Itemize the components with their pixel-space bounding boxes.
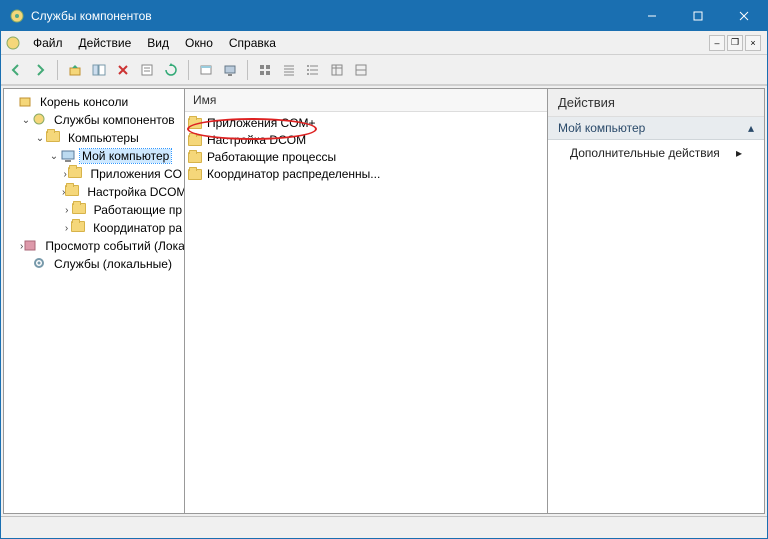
app-window: Службы компонентов Файл Действие Вид Окн…	[0, 0, 768, 539]
console-icon	[18, 94, 34, 110]
gear-icon	[32, 256, 48, 272]
list-item-dist-coord[interactable]: Координатор распределенны...	[185, 165, 547, 182]
workarea: Корень консоли ⌄ Службы компонентов ⌄ Ко…	[1, 85, 767, 516]
list-item-label: Приложения COM+	[207, 116, 316, 130]
tree-root[interactable]: Корень консоли	[4, 93, 184, 111]
folder-icon	[72, 202, 88, 218]
window-title: Службы компонентов	[31, 9, 629, 23]
action-more-label: Дополнительные действия	[570, 146, 720, 160]
collapse-icon[interactable]: ⌄	[34, 133, 46, 144]
tree-computers[interactable]: ⌄ Компьютеры	[4, 129, 184, 147]
tree-my-computer[interactable]: ⌄ Мой компьютер	[4, 147, 184, 165]
view-toggle-4[interactable]	[326, 59, 348, 81]
mdi-minimize-button[interactable]: –	[709, 35, 725, 51]
app-icon	[9, 8, 25, 24]
menubar: Файл Действие Вид Окно Справка – ❐ ×	[1, 31, 767, 55]
new-window-button[interactable]	[195, 59, 217, 81]
actions-title: Действия	[548, 89, 764, 117]
maximize-button[interactable]	[675, 1, 721, 31]
folder-icon	[187, 168, 203, 179]
show-hide-tree-button[interactable]	[88, 59, 110, 81]
statusbar	[1, 516, 767, 538]
menu-help[interactable]: Справка	[221, 33, 284, 53]
doc-icon	[5, 33, 21, 53]
tree: Корень консоли ⌄ Службы компонентов ⌄ Ко…	[4, 89, 184, 277]
menu-window[interactable]: Окно	[177, 33, 221, 53]
computer-icon	[60, 148, 76, 164]
mdi-close-button[interactable]: ×	[745, 35, 761, 51]
back-button[interactable]	[5, 59, 27, 81]
delete-button[interactable]	[112, 59, 134, 81]
view-toggle-3[interactable]	[302, 59, 324, 81]
list-item-label: Координатор распределенны...	[207, 167, 380, 181]
menu-action[interactable]: Действие	[71, 33, 140, 53]
list-item-dcom-config[interactable]: Настройка DCOM	[185, 131, 547, 148]
view-toggle-1[interactable]	[254, 59, 276, 81]
actions-group-label: Мой компьютер	[558, 121, 645, 135]
action-more[interactable]: Дополнительные действия ▸	[548, 140, 764, 166]
tree-event-viewer[interactable]: › Просмотр событий (Локал	[4, 237, 184, 255]
collapse-icon: ▴	[748, 121, 754, 135]
toolbar	[1, 55, 767, 85]
close-button[interactable]	[721, 1, 767, 31]
minimize-button[interactable]	[629, 1, 675, 31]
content-header[interactable]: Имя	[185, 89, 547, 112]
collapse-icon[interactable]: ⌄	[20, 115, 32, 126]
chevron-right-icon: ▸	[736, 146, 742, 160]
folder-icon	[46, 130, 62, 146]
refresh-button[interactable]	[160, 59, 182, 81]
tree-component-services[interactable]: ⌄ Службы компонентов	[4, 111, 184, 129]
view-toggle-2[interactable]	[278, 59, 300, 81]
tree-dist-coord[interactable]: › Координатор ра	[4, 219, 184, 237]
menu-view[interactable]: Вид	[139, 33, 177, 53]
titlebar: Службы компонентов	[1, 1, 767, 31]
forward-button[interactable]	[29, 59, 51, 81]
tree-running-proc[interactable]: › Работающие пр	[4, 201, 184, 219]
actions-group-header[interactable]: Мой компьютер ▴	[548, 117, 764, 140]
computer-button[interactable]	[219, 59, 241, 81]
up-button[interactable]	[64, 59, 86, 81]
mdi-restore-button[interactable]: ❐	[727, 35, 743, 51]
content-list: Приложения COM+ Настройка DCOM Работающи…	[185, 112, 547, 184]
tree-panel: Корень консоли ⌄ Службы компонентов ⌄ Ко…	[3, 88, 185, 514]
content-panel: Имя Приложения COM+ Настройка DCOM Работ…	[184, 88, 548, 514]
mdi-controls: – ❐ ×	[709, 35, 763, 51]
list-item-com-apps[interactable]: Приложения COM+	[185, 114, 547, 131]
menu-file[interactable]: Файл	[25, 33, 71, 53]
expand-icon[interactable]: ›	[62, 205, 72, 216]
folder-icon	[65, 184, 81, 200]
collapse-icon[interactable]: ⌄	[48, 151, 60, 162]
tree-com-apps[interactable]: › Приложения CO	[4, 165, 184, 183]
tree-dcom-config[interactable]: › Настройка DCOM	[4, 183, 184, 201]
list-item-running-proc[interactable]: Работающие процессы	[185, 148, 547, 165]
expand-icon[interactable]: ›	[62, 223, 71, 234]
actions-panel: Действия Мой компьютер ▴ Дополнительные …	[547, 88, 765, 514]
folder-icon	[187, 117, 203, 128]
window-controls	[629, 1, 767, 31]
folder-icon	[187, 134, 203, 145]
folder-icon	[71, 220, 87, 236]
services-icon	[32, 112, 48, 128]
folder-icon	[187, 151, 203, 162]
list-item-label: Работающие процессы	[207, 150, 336, 164]
view-toggle-5[interactable]	[350, 59, 372, 81]
properties-button[interactable]	[136, 59, 158, 81]
list-item-label: Настройка DCOM	[207, 133, 306, 147]
folder-icon	[68, 166, 84, 182]
event-viewer-icon	[23, 238, 39, 254]
tree-services-local[interactable]: Службы (локальные)	[4, 255, 184, 273]
